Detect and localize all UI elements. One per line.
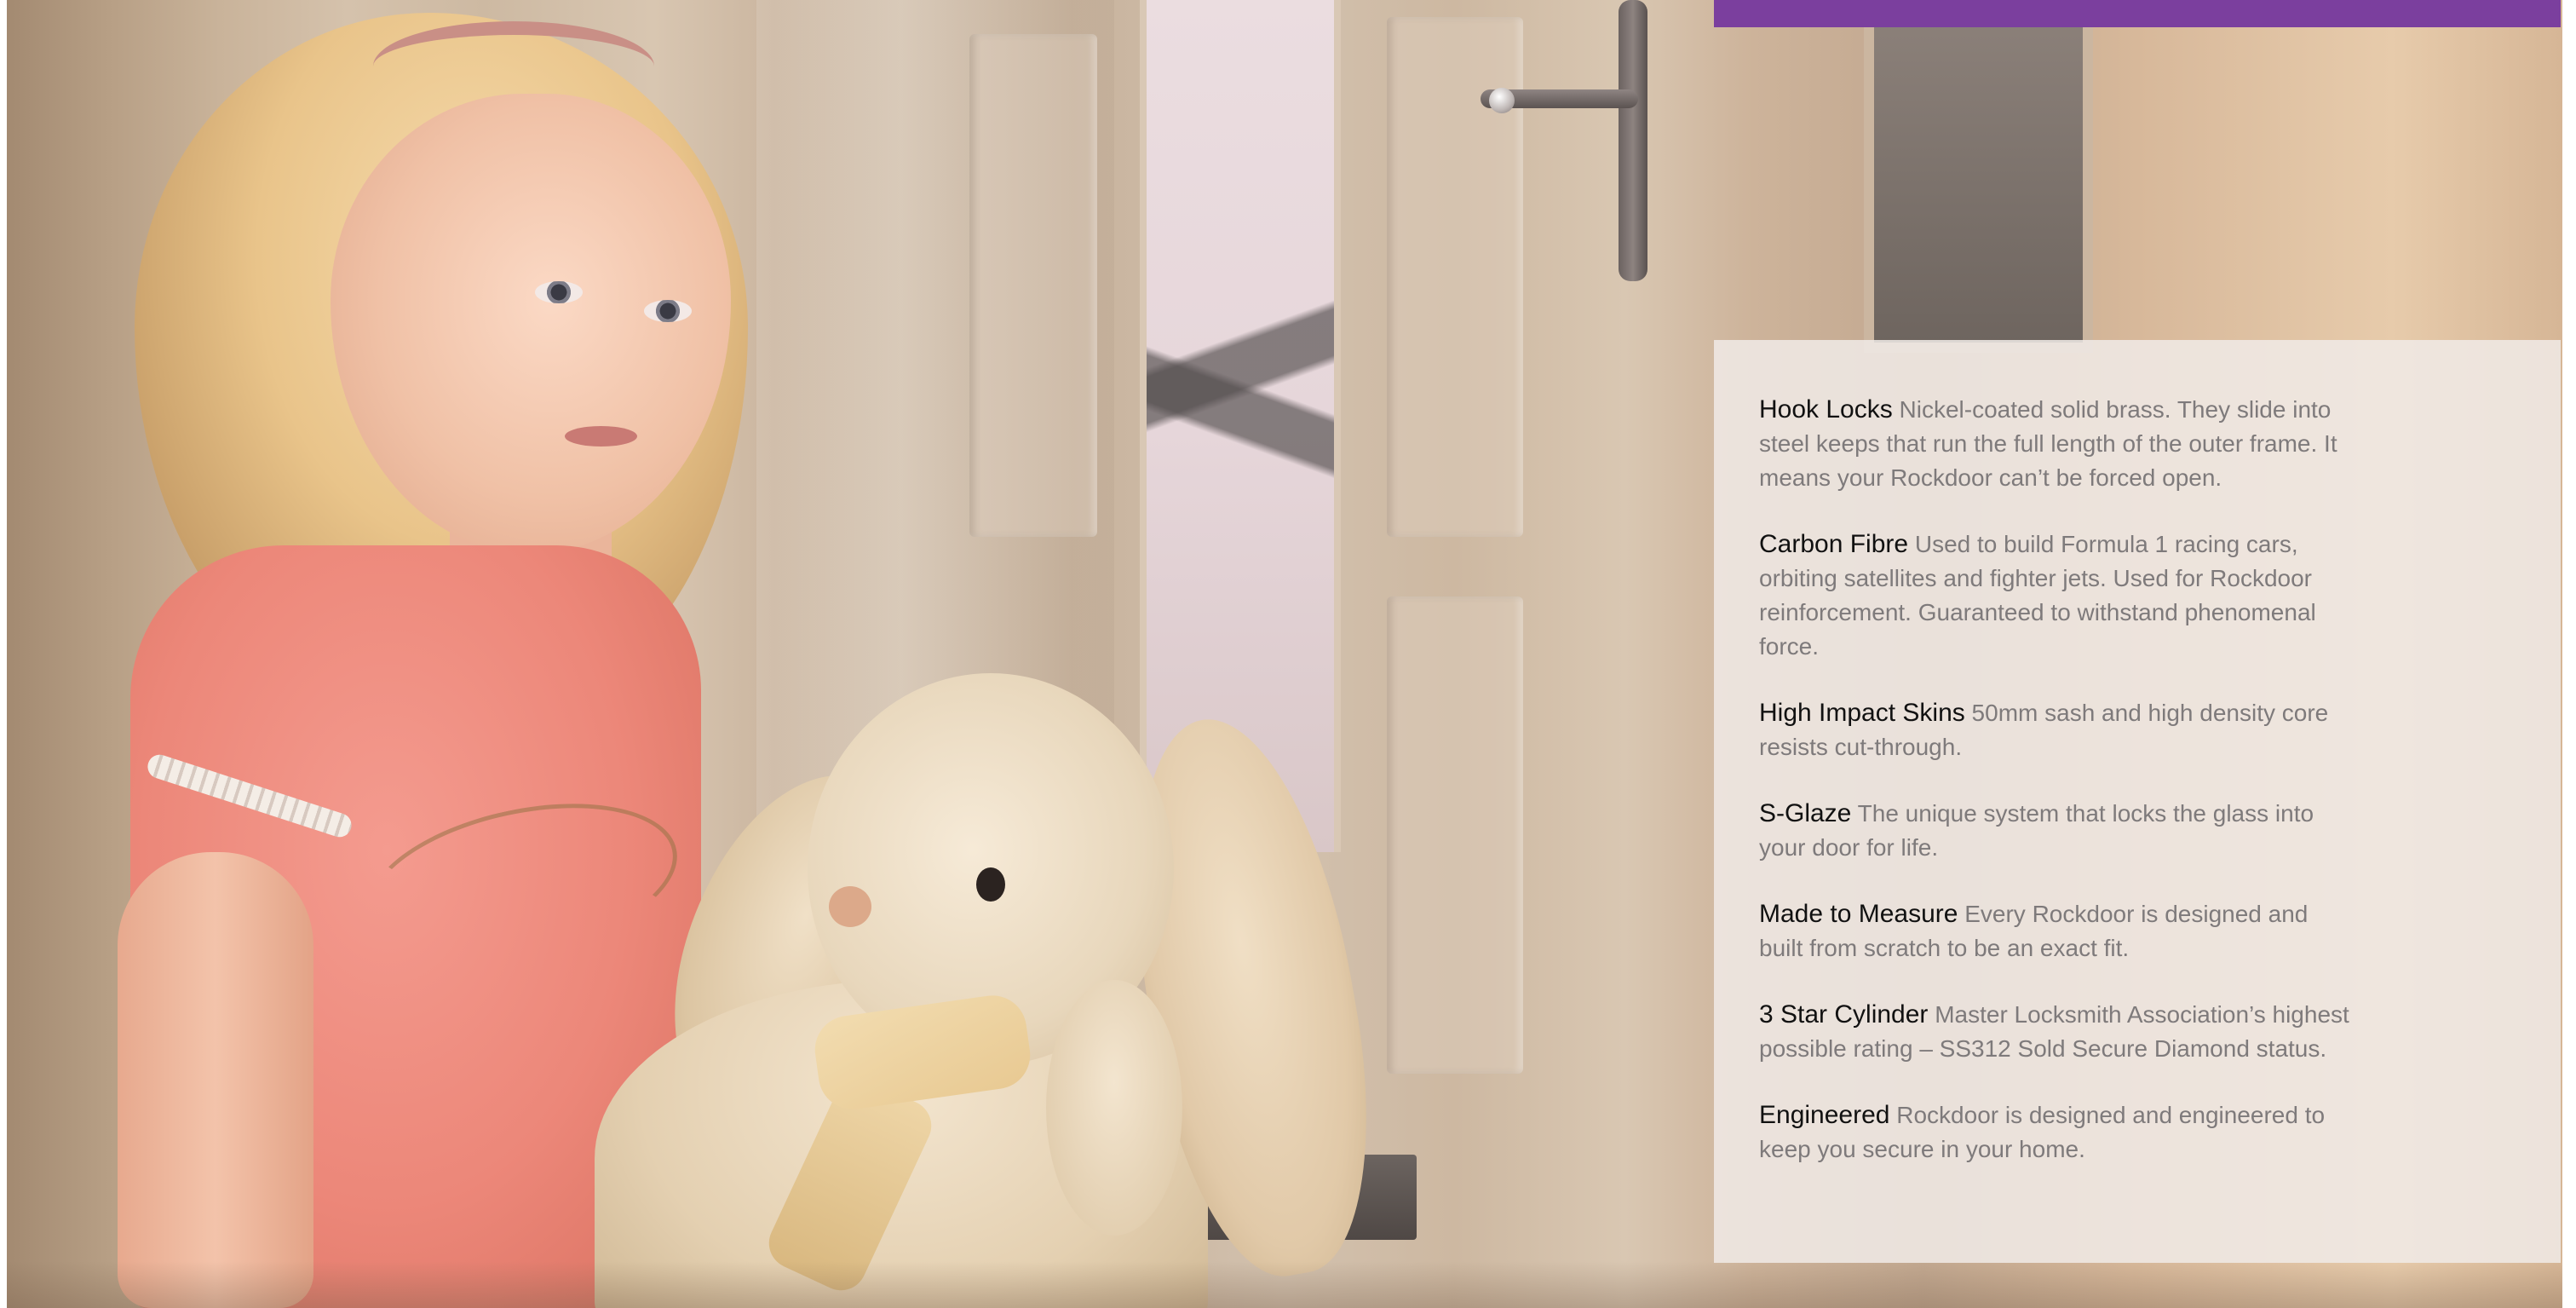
bunny-eye — [976, 867, 1005, 902]
feature-carbon-fibre: Carbon Fibre Used to build Formula 1 rac… — [1759, 527, 2355, 664]
door-handle-plate — [1619, 0, 1647, 281]
feature-title: Carbon Fibre — [1759, 530, 1909, 558]
background-window — [1864, 0, 2093, 353]
feature-title: Engineered — [1759, 1101, 1890, 1129]
feature-panel: Hook Locks Nickel-coated solid brass. Th… — [1714, 340, 2561, 1263]
feature-title: 3 Star Cylinder — [1759, 1000, 1929, 1029]
feature-made-to-measure: Made to Measure Every Rockdoor is design… — [1759, 897, 2355, 965]
girl-mouth — [565, 426, 637, 447]
feature-s-glaze: S-Glaze The unique system that locks the… — [1759, 797, 2355, 865]
door-handle-knob — [1489, 88, 1515, 113]
door-panel — [1387, 596, 1523, 1074]
girl-eye-left — [535, 281, 583, 303]
bunny-arm — [1046, 980, 1182, 1236]
feature-engineered: Engineered Rockdoor is designed and engi… — [1759, 1098, 2355, 1167]
feature-high-impact-skins: High Impact Skins 50mm sash and high den… — [1759, 696, 2355, 764]
feature-title: High Impact Skins — [1759, 699, 1965, 727]
feature-hook-locks: Hook Locks Nickel-coated solid brass. Th… — [1759, 393, 2355, 495]
page: Hook Locks Nickel-coated solid brass. Th… — [0, 0, 2576, 1308]
girl-eye-right — [644, 300, 692, 322]
girl-arm — [118, 852, 313, 1308]
feature-3-star-cylinder: 3 Star Cylinder Master Locksmith Associa… — [1759, 998, 2355, 1066]
feature-title: S-Glaze — [1759, 799, 1852, 827]
floor-shadow — [7, 1261, 2562, 1308]
door-glass-pane — [1140, 0, 1341, 852]
feature-title: Hook Locks — [1759, 395, 1893, 424]
feature-title: Made to Measure — [1759, 900, 1958, 928]
door-panel — [969, 34, 1097, 537]
bunny-nose — [829, 886, 871, 927]
accent-bar — [1714, 0, 2561, 27]
